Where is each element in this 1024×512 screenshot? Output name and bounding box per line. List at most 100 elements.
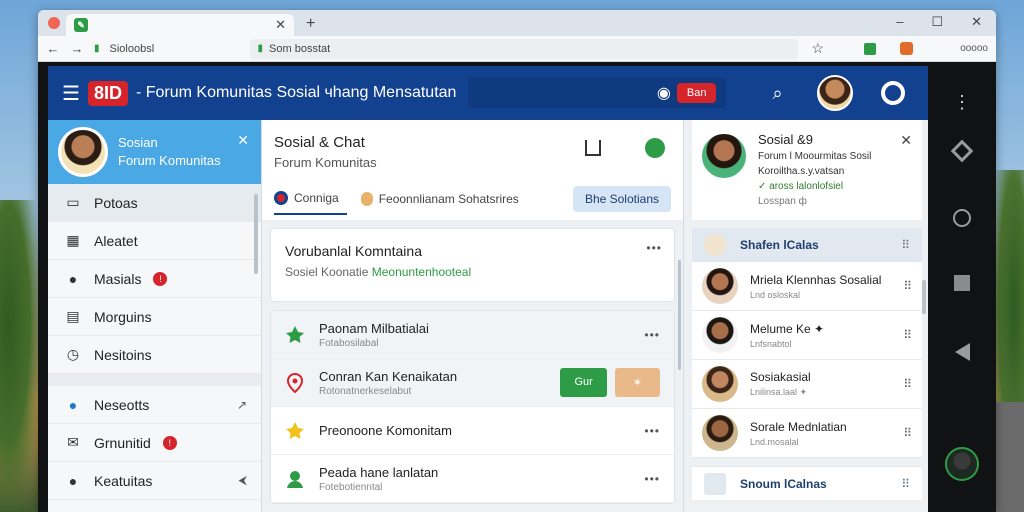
hamburger-menu-icon[interactable]: ☰ — [62, 81, 80, 106]
more-options-icon[interactable]: ••• — [644, 328, 660, 342]
back-nav-icon[interactable] — [954, 343, 970, 361]
highlight-desc-prefix: Sosiel Koonatie — [285, 265, 369, 279]
browser-tab[interactable]: ✎ ✕ — [66, 14, 294, 36]
close-window-icon[interactable]: ✕ — [971, 14, 982, 30]
sidebar-item-nesitoins[interactable]: ◷ Nesitoins — [48, 336, 261, 374]
tab-feoonnlianam[interactable]: Feoonnlianam Sohatsrires — [360, 192, 519, 214]
sidebar-scrollbar[interactable] — [254, 194, 258, 274]
maximize-icon[interactable]: ☐ — [931, 14, 943, 30]
topbar-search[interactable]: ◉ Ban — [468, 78, 727, 108]
friend-avatar — [702, 366, 738, 402]
more-options-icon[interactable]: ⠿ — [903, 377, 912, 391]
highlight-card[interactable]: Vorubanlal Komntaina Sosiel Koonatie Meo… — [270, 228, 675, 302]
secure-lock-icon: ▮ — [94, 43, 100, 54]
friend-item[interactable]: Melume Ke ✦ Lnfsnabtol ⠿ — [692, 311, 922, 360]
user-avatar[interactable] — [816, 75, 853, 111]
back-icon[interactable]: ← — [46, 41, 60, 56]
sidebar-item-aleatet[interactable]: ▦ Aleatet — [48, 222, 261, 260]
friend-name: Melume Ke ✦ — [750, 321, 825, 336]
new-tab-icon[interactable]: + — [306, 15, 315, 33]
sidebar-item-potoas[interactable]: ▭ Potoas — [48, 184, 261, 222]
notification-badge: ! — [153, 271, 168, 286]
sidebar-item-grnunitid[interactable]: ✉ Grnunitid ! — [48, 424, 261, 462]
extension-icon[interactable] — [864, 42, 877, 55]
section-header[interactable]: Shafen lCalas ⠿ — [692, 228, 922, 262]
feed-scrollbar[interactable] — [678, 260, 681, 370]
friend-item[interactable]: Sosiakasial Lnilinsa.laal ✦ ⠿ — [692, 360, 922, 409]
external-link-icon[interactable]: ↗ — [237, 398, 247, 412]
section-header[interactable]: Snoum lCalnas ⠿ — [692, 466, 922, 500]
extension-icon-2[interactable] — [900, 42, 914, 55]
more-options-icon[interactable]: ••• — [644, 424, 660, 438]
sidebar-close-icon[interactable]: ✕ — [237, 132, 249, 149]
highlight-desc-link[interactable]: Meonuntenhooteal — [372, 265, 471, 279]
tab-label: Feoonnlianam Sohatsrires — [378, 192, 519, 206]
react-button[interactable]: ✶ — [614, 368, 660, 397]
profile-avatar[interactable] — [700, 132, 748, 180]
friend-sub: Lnd.mosalal — [750, 436, 799, 447]
sidebar-item-neseotts[interactable]: ● Neseotts ↗ — [48, 386, 261, 424]
verified-icon[interactable] — [645, 138, 665, 158]
minimize-icon[interactable]: – — [896, 14, 903, 30]
folder-icon: ▭ — [66, 194, 80, 210]
tab-chip-bhe-solotians[interactable]: Bhe Solotians — [572, 186, 671, 212]
profile-close-icon[interactable]: ✕ — [900, 132, 912, 149]
more-options-icon[interactable]: ⠿ — [903, 328, 912, 342]
profile-line3: ✓ aross lalonlofsiel — [758, 181, 844, 192]
grid-icon[interactable]: ⠿ — [901, 238, 910, 252]
reply-icon[interactable]: ⮜ — [238, 473, 247, 488]
panel-scrollbar[interactable] — [922, 280, 926, 314]
browser-url-bar: ← → ▮ Sioloobsl ▮ Som bosstat ☆ ooooo — [38, 36, 996, 62]
app-body: Sosian Forum Komunitas ✕ ▭ Potoas ▦ Alea… — [48, 120, 928, 512]
sidebar-item-morguins[interactable]: ▤ Morguins — [48, 298, 261, 336]
feed-tabs: Conniga Feoonnlianam Sohatsrires Bhe Sol… — [274, 186, 671, 220]
browser-menu-dot[interactable] — [48, 17, 60, 29]
friend-item[interactable]: Mriela Klennhas Sosalial Lnd osloskal ⠿ — [692, 262, 922, 311]
post-title: Peada hane lanlatan — [319, 464, 439, 480]
more-options-icon[interactable]: ••• — [646, 241, 662, 255]
sidebar-user-sub: Forum Komunitas — [118, 153, 221, 168]
tab-conniga[interactable]: Conniga — [274, 191, 347, 215]
post-item[interactable]: Preonoone Komonitam ••• — [271, 407, 674, 455]
live-badge[interactable]: Ban — [676, 83, 717, 103]
pin-icon: ● — [68, 472, 78, 489]
sidebar-item-label: Neseotts — [94, 396, 150, 413]
highlight-desc: Sosiel Koonatie Meonuntenhooteal — [285, 265, 660, 279]
address-left: Sioloobsl — [109, 42, 155, 55]
post-item[interactable]: Peada hane lanlatan Fotebotienntal ••• — [271, 455, 674, 503]
bookmark-star-icon[interactable]: ☆ — [812, 40, 825, 57]
sidebar-item-keatuitas[interactable]: ● Keatuitas ⮜ — [48, 462, 261, 500]
extension-puzzle-icon[interactable] — [953, 209, 971, 227]
post-item[interactable]: Paonam Milbatialai Fotabosilabal ••• — [271, 311, 674, 359]
address-input[interactable]: ▮ Som bosstat — [249, 38, 798, 59]
notification-badge: ! — [162, 435, 177, 450]
friend-item[interactable]: Sorale Mednlatian Lnd.mosalal ⠿ — [692, 409, 922, 458]
search-icon[interactable]: ⌕ — [772, 83, 782, 104]
settings-icon[interactable] — [880, 81, 905, 105]
grid-icon[interactable]: ⠿ — [901, 477, 910, 491]
post-item[interactable]: Conran Kan Kenaikatan Rotonatnerkeselabu… — [271, 359, 674, 407]
share-icon[interactable] — [585, 140, 601, 156]
sidebar-item-label: Potoas — [94, 194, 138, 211]
section-label: Snoum lCalnas — [740, 476, 827, 491]
recents-icon[interactable] — [954, 275, 970, 291]
sidebar-avatar[interactable] — [58, 127, 108, 177]
more-options-icon[interactable]: ••• — [644, 472, 660, 486]
feed-column: Sosial & Chat Forum Komunitas Conniga Fe… — [262, 120, 684, 512]
close-tab-icon[interactable]: ✕ — [275, 17, 286, 33]
app-frame: ☰ 8ID - Forum Komunitas Sosial чhang Men… — [48, 66, 928, 512]
post-title: Preonoone Komonitam — [319, 423, 452, 438]
profile-name: Sosial &9 — [758, 132, 813, 147]
sidebar-item-label: Nesitoins — [94, 346, 152, 363]
more-options-icon[interactable]: ⠿ — [903, 279, 912, 293]
forward-icon[interactable]: → — [70, 41, 84, 56]
more-options-icon[interactable]: ⠿ — [903, 426, 912, 440]
friend-sub: Lnfsnabtol — [750, 338, 792, 349]
address-text: Som bosstat — [269, 42, 331, 55]
favicon-icon: ✎ — [74, 18, 88, 32]
more-vert-icon[interactable]: ⋮ — [953, 92, 971, 113]
sidebar-item-masials[interactable]: ● Masials ! — [48, 260, 261, 298]
assistant-avatar[interactable] — [945, 447, 979, 481]
join-button[interactable]: Gur — [560, 368, 607, 397]
edit-icon[interactable] — [950, 139, 974, 163]
